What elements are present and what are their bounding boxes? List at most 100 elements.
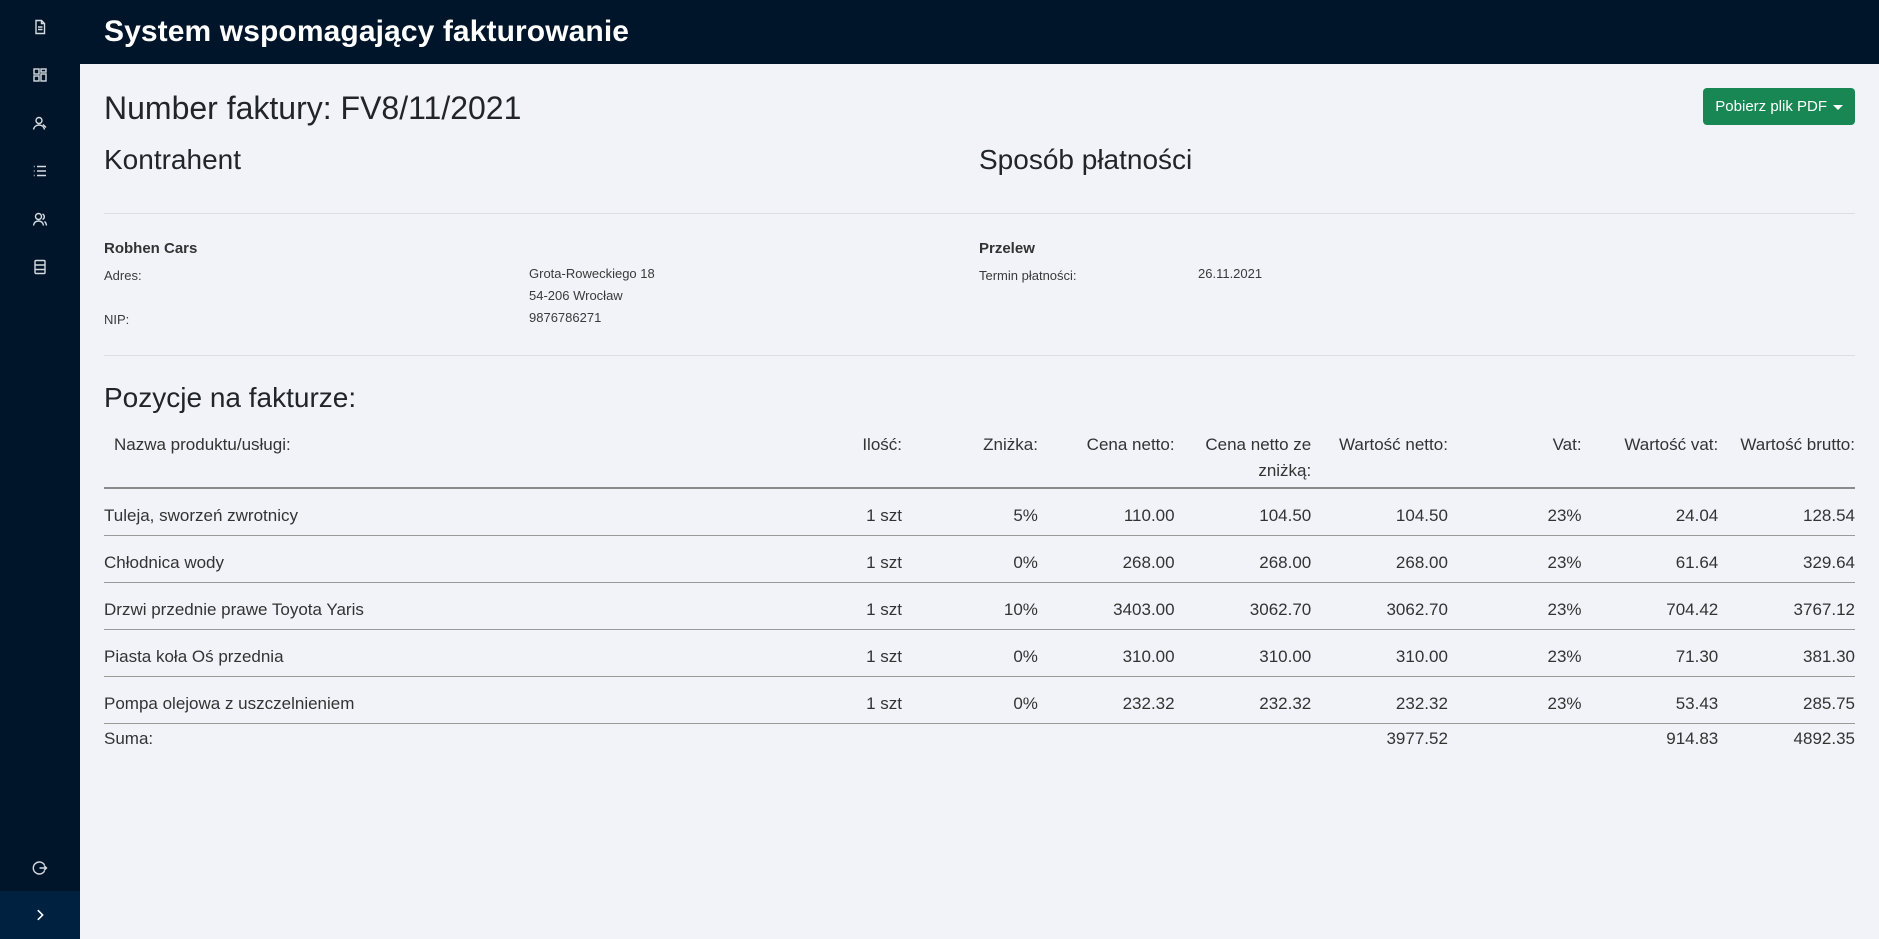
nip-label: NIP: bbox=[104, 312, 130, 327]
gross-value: 128.54 bbox=[1718, 488, 1855, 536]
user-icon[interactable] bbox=[28, 111, 52, 135]
payment-method: Przelew bbox=[979, 240, 1035, 257]
quantity: 1 szt bbox=[767, 582, 902, 630]
empty-cell bbox=[1448, 723, 1582, 753]
column-header: Wartość brutto: bbox=[1718, 426, 1855, 489]
net-value: 104.50 bbox=[1311, 488, 1448, 536]
download-pdf-label: Pobierz plik PDF bbox=[1715, 98, 1827, 115]
due-date-label: Termin płatności: bbox=[979, 268, 1077, 283]
sidebar-toggle[interactable] bbox=[0, 891, 80, 939]
product-name: Tuleja, sworzeń zwrotnicy bbox=[104, 488, 768, 536]
net-value: 310.00 bbox=[1311, 629, 1448, 677]
users-icon[interactable] bbox=[28, 207, 52, 231]
invoice-number: Number faktury: FV8/11/2021 bbox=[104, 90, 522, 126]
net-price: 3403.00 bbox=[1037, 582, 1175, 630]
net-price-discounted: 104.50 bbox=[1174, 488, 1312, 536]
table-row: Pompa olejowa z uszczelnieniem 1 szt 0% … bbox=[104, 676, 1855, 724]
contractor-name: Robhen Cars bbox=[104, 240, 198, 257]
net-price: 268.00 bbox=[1037, 535, 1175, 583]
product-name: Pompa olejowa z uszczelnieniem bbox=[104, 676, 768, 724]
database-icon[interactable] bbox=[28, 255, 52, 279]
empty-cell bbox=[768, 723, 902, 753]
net-price-discounted: 268.00 bbox=[1174, 535, 1312, 583]
column-header: Cena netto: bbox=[1037, 426, 1175, 489]
empty-cell bbox=[1175, 723, 1312, 753]
sum-vat-value: 914.83 bbox=[1666, 729, 1719, 749]
vat-value: 53.43 bbox=[1581, 676, 1719, 724]
quantity: 1 szt bbox=[767, 676, 902, 724]
app-title: System wspomagający fakturowanie bbox=[104, 15, 630, 48]
vat-value: 61.64 bbox=[1581, 535, 1719, 583]
column-header: Cena netto ze zniżką: bbox=[1174, 426, 1312, 489]
table-row: Piasta koła Oś przednia 1 szt 0% 310.00 … bbox=[104, 629, 1855, 677]
discount: 0% bbox=[902, 676, 1038, 724]
net-price-discounted: 232.32 bbox=[1174, 676, 1312, 724]
net-price: 232.32 bbox=[1037, 676, 1175, 724]
list-icon[interactable] bbox=[28, 159, 52, 183]
gross-value: 3767.12 bbox=[1718, 582, 1855, 630]
table-row: Chłodnica wody 1 szt 0% 268.00 268.00 26… bbox=[104, 535, 1855, 583]
vat-value: 704.42 bbox=[1581, 582, 1719, 630]
product-name: Chłodnica wody bbox=[104, 535, 768, 583]
quantity: 1 szt bbox=[767, 488, 902, 536]
address-line1: Grota-Roweckiego 18 bbox=[529, 266, 655, 281]
divider bbox=[104, 355, 1855, 356]
invoice-items-table: Nazwa produktu/usługi: Ilość: Zniżka: Ce… bbox=[104, 426, 1855, 753]
vat-rate: 23% bbox=[1447, 629, 1582, 677]
vat-rate: 23% bbox=[1447, 582, 1582, 630]
net-value: 268.00 bbox=[1311, 535, 1448, 583]
discount: 5% bbox=[902, 488, 1038, 536]
sum-gross-value: 4892.35 bbox=[1793, 729, 1855, 749]
discount: 0% bbox=[902, 535, 1038, 583]
app-header: System wspomagający fakturowanie bbox=[80, 0, 1879, 64]
sum-net-value: 3977.52 bbox=[1386, 729, 1448, 749]
gross-value: 381.30 bbox=[1718, 629, 1855, 677]
net-value: 232.32 bbox=[1311, 676, 1448, 724]
vat-value: 71.30 bbox=[1581, 629, 1719, 677]
column-header: Vat: bbox=[1447, 426, 1582, 489]
empty-cell bbox=[902, 723, 1038, 753]
table-row: Drzwi przednie prawe Toyota Yaris 1 szt … bbox=[104, 582, 1855, 630]
positions-heading: Pozycje na fakturze: bbox=[104, 382, 357, 413]
product-name: Drzwi przednie prawe Toyota Yaris bbox=[104, 582, 768, 630]
main-content: Number faktury: FV8/11/2021 Pobierz plik… bbox=[80, 64, 1879, 939]
empty-cell bbox=[1038, 723, 1175, 753]
download-pdf-button[interactable]: Pobierz plik PDF bbox=[1703, 88, 1855, 125]
vat-rate: 23% bbox=[1447, 488, 1582, 536]
column-header: Wartość vat: bbox=[1581, 426, 1719, 489]
quantity: 1 szt bbox=[767, 629, 902, 677]
gross-value: 285.75 bbox=[1718, 676, 1855, 724]
column-header: Ilość: bbox=[767, 426, 902, 489]
column-header: Zniżka: bbox=[902, 426, 1038, 489]
net-price: 310.00 bbox=[1037, 629, 1175, 677]
address-label: Adres: bbox=[104, 268, 142, 283]
chevron-right-icon bbox=[37, 909, 44, 921]
address-line2: 54-206 Wrocław bbox=[529, 288, 623, 303]
document-icon[interactable] bbox=[28, 15, 52, 39]
product-name: Piasta koła Oś przednia bbox=[104, 629, 768, 677]
column-header: Nazwa produktu/usługi: bbox=[104, 426, 768, 489]
gross-value: 329.64 bbox=[1718, 535, 1855, 583]
quantity: 1 szt bbox=[767, 535, 902, 583]
nip-value: 9876786271 bbox=[529, 310, 602, 325]
sidebar bbox=[0, 0, 80, 939]
sum-row: Suma: 3977.52 914.83 4892.35 bbox=[104, 723, 1855, 753]
net-price-discounted: 3062.70 bbox=[1174, 582, 1312, 630]
caret-down-icon bbox=[1833, 104, 1843, 110]
vat-rate: 23% bbox=[1447, 676, 1582, 724]
sum-label: Suma: bbox=[104, 729, 154, 749]
table-row: Tuleja, sworzeń zwrotnicy 1 szt 5% 110.0… bbox=[104, 488, 1855, 536]
payment-heading: Sposób płatności bbox=[979, 144, 1193, 175]
net-value: 3062.70 bbox=[1311, 582, 1448, 630]
net-price: 110.00 bbox=[1037, 488, 1175, 536]
column-header: Wartość netto: bbox=[1311, 426, 1448, 489]
discount: 10% bbox=[902, 582, 1038, 630]
table-header-row: Nazwa produktu/usługi: Ilość: Zniżka: Ce… bbox=[104, 426, 1855, 489]
dashboard-icon[interactable] bbox=[28, 63, 52, 87]
vat-value: 24.04 bbox=[1581, 488, 1719, 536]
logout-icon[interactable] bbox=[28, 856, 52, 880]
vat-rate: 23% bbox=[1447, 535, 1582, 583]
divider bbox=[104, 213, 1855, 214]
address-value: Grota-Roweckiego 18 54-206 Wrocław bbox=[529, 263, 655, 307]
discount: 0% bbox=[902, 629, 1038, 677]
